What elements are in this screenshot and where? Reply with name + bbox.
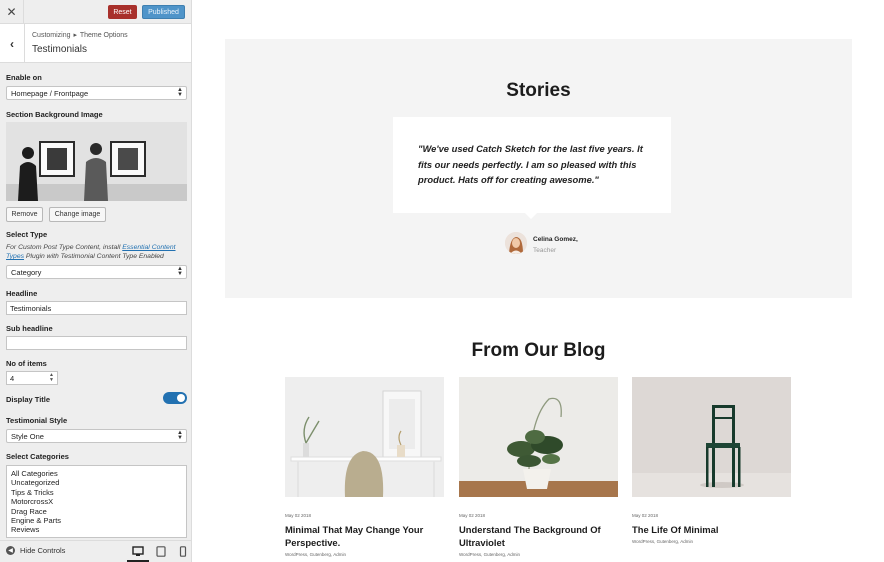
enable-on-value: Homepage / Frontpage: [11, 88, 89, 98]
post-meta: WordPress, Gutenberg, Admin: [632, 539, 693, 544]
select-categories-label: Select Categories: [6, 452, 69, 461]
section-header: ‹ Customizing ▸ Theme Options Testimonia…: [0, 24, 191, 63]
post-thumbnail[interactable]: [459, 377, 618, 497]
subheadline-input[interactable]: [6, 336, 187, 350]
change-image-button[interactable]: Change image: [49, 207, 106, 222]
items-count-stepper[interactable]: 4 ▲ ▼: [6, 371, 58, 385]
testimonials-section: Stories "We've used Catch Sketch for the…: [225, 39, 852, 298]
remove-image-button[interactable]: Remove: [6, 207, 43, 222]
author-avatar: [505, 232, 527, 254]
headline-label: Headline: [6, 289, 38, 298]
toggle-knob: [177, 394, 185, 402]
headline-input[interactable]: Testimonials: [6, 301, 187, 315]
post-date: May 02 2018: [632, 513, 659, 518]
subheadline-label: Sub headline: [6, 324, 53, 333]
select-arrows-icon: ▲ ▼: [177, 87, 183, 98]
bg-image-thumbnail: [6, 122, 187, 201]
post-date: May 02 2018: [459, 513, 486, 518]
items-count-value: 4: [10, 373, 15, 383]
hide-controls-button[interactable]: ◀ Hide Controls: [6, 546, 65, 555]
back-chevron-icon[interactable]: ‹: [0, 24, 25, 63]
breadcrumb-separator-icon: ▸: [73, 32, 77, 39]
post-title[interactable]: Understand The Background Of Ultraviolet: [459, 523, 618, 549]
description-suffix: Plugin with Testimonial Content Type Ena…: [24, 253, 164, 260]
testimonial-quote: "We've used Catch Sketch for the last fi…: [418, 143, 643, 185]
display-title-label: Display Title: [6, 395, 51, 404]
description-prefix: For Custom Post Type Content, install: [6, 244, 123, 251]
customizer-header: ✕ Reset Published: [0, 0, 191, 24]
breadcrumb-panel: Theme Options: [79, 32, 128, 39]
close-icon[interactable]: ✕: [0, 0, 24, 24]
customizer-sidebar: ✕ Reset Published ‹ Customizing ▸ Theme …: [0, 0, 192, 562]
stepper-arrows-icon[interactable]: ▲ ▼: [49, 373, 54, 383]
select-arrows-icon: ▲ ▼: [177, 266, 183, 277]
categories-multiselect[interactable]: All Categories Uncategorized Tips & Tric…: [6, 465, 187, 538]
collapse-icon: ◀: [6, 546, 15, 555]
post-date: May 02 2018: [285, 513, 312, 518]
testimonial-card: "We've used Catch Sketch for the last fi…: [393, 117, 671, 219]
post-meta: WordPress, Gutenberg, Admin: [459, 552, 520, 557]
blog-post-card[interactable]: May 02 2018 The Life Of Minimal WordPres…: [632, 377, 791, 544]
mobile-icon[interactable]: [177, 546, 189, 557]
post-meta: WordPress, Gutenberg, Admin: [285, 552, 346, 557]
post-title[interactable]: The Life Of Minimal: [632, 523, 791, 536]
enable-on-select[interactable]: Homepage / Frontpage ▲ ▼: [6, 86, 187, 100]
author-name: Celina Gomez,: [533, 236, 578, 243]
breadcrumb-root: Customizing: [32, 32, 71, 39]
headline-value: Testimonials: [10, 303, 52, 313]
category-option[interactable]: MotorcrossX: [11, 497, 182, 506]
breadcrumb: Customizing ▸ Theme Options: [32, 31, 128, 39]
select-type-select[interactable]: Category ▲ ▼: [6, 265, 187, 279]
category-option[interactable]: All Categories: [11, 469, 182, 478]
testimonial-style-value: Style One: [11, 431, 44, 441]
post-title[interactable]: Minimal That May Change Your Perspective…: [285, 523, 444, 549]
testimonial-style-label: Testimonial Style: [6, 416, 68, 425]
select-type-value: Category: [11, 267, 42, 277]
author-role: Teacher: [533, 247, 557, 254]
blog-post-card[interactable]: May 02 2018 Minimal That May Change Your…: [285, 377, 444, 557]
select-type-label: Select Type: [6, 230, 48, 239]
display-title-toggle[interactable]: [163, 392, 187, 404]
blog-post-card[interactable]: May 02 2018 Understand The Background Of…: [459, 377, 618, 557]
reset-button[interactable]: Reset: [108, 5, 137, 19]
published-button[interactable]: Published: [142, 5, 185, 19]
tablet-icon[interactable]: [155, 546, 167, 557]
category-option[interactable]: Tips & Tricks: [11, 488, 182, 497]
blog-section-title: From Our Blog: [471, 340, 606, 361]
category-option[interactable]: Engine & Parts: [11, 516, 182, 525]
post-thumbnail[interactable]: [632, 377, 791, 497]
hide-controls-label: Hide Controls: [20, 546, 66, 555]
bg-image-label: Section Background Image: [6, 110, 103, 119]
stories-title: Stories: [506, 80, 571, 101]
post-thumbnail[interactable]: [285, 377, 444, 497]
select-arrows-icon: ▲ ▼: [177, 430, 183, 441]
enable-on-label: Enable on: [6, 73, 42, 82]
customizer-footer: ◀ Hide Controls: [0, 540, 191, 562]
site-preview: Stories "We've used Catch Sketch for the…: [193, 0, 884, 562]
category-option[interactable]: Drag Race: [11, 507, 182, 516]
desktop-icon[interactable]: [132, 546, 144, 557]
testimonial-style-select[interactable]: Style One ▲ ▼: [6, 429, 187, 443]
items-count-label: No of items: [6, 359, 47, 368]
category-option[interactable]: Uncategorized: [11, 478, 182, 487]
select-type-description: For Custom Post Type Content, install Es…: [6, 243, 188, 261]
category-option[interactable]: Reviews: [11, 525, 182, 534]
section-title: Testimonials: [32, 44, 88, 55]
